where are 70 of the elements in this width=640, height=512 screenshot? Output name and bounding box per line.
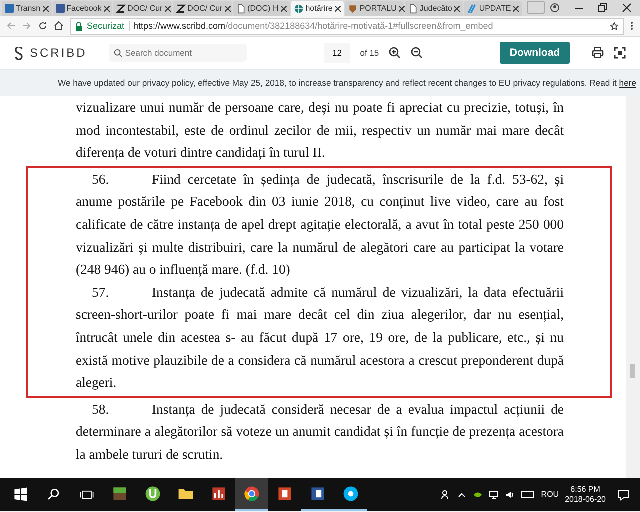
page-number-field[interactable]: 12 bbox=[324, 43, 350, 63]
home-icon[interactable] bbox=[54, 21, 64, 31]
here-link[interactable]: here bbox=[619, 78, 636, 88]
clock[interactable]: 6:56 PM 2018-06-20 bbox=[565, 484, 606, 504]
secure-label: Securizat bbox=[87, 21, 125, 31]
paragraph: 57. Instanța de judecată admite că numărul de vizualizări, la data efectuării screen-short-urilor poate fi mai mare decât cel din ziua alegerilor, dar nu esențial, întrucât unele din acestea s- au făcut după 17 ore, 19 ore, de la publicare, etc., și nu există motive plauzibile de a considera că numărul acestora a crescut preponderent după alegeri. bbox=[76, 284, 564, 392]
paragraph: vizualizare unui număr de persoane care, deși nu poate fi apreciat cu precizie, totuși, în mod incontestabil, este de ordinul zecilor de mii, respectiv un număr mai mare decât diferența de voturi dintre candidați în turul II. bbox=[76, 99, 564, 162]
close-icon[interactable] bbox=[280, 6, 287, 12]
page-icon bbox=[408, 4, 418, 14]
torrent-app-icon bbox=[144, 484, 162, 502]
browser-tab[interactable]: DOC/ Cur bbox=[172, 1, 232, 16]
browser-tab[interactable]: PORTALU bbox=[344, 1, 404, 16]
network-icon[interactable] bbox=[489, 490, 500, 500]
logo-text: SCRIBD bbox=[30, 46, 88, 60]
close-icon[interactable] bbox=[513, 6, 520, 12]
document-icon bbox=[5, 4, 14, 13]
game-app-icon bbox=[110, 484, 128, 502]
browser-app-icon bbox=[242, 484, 260, 502]
close-icon[interactable] bbox=[164, 6, 171, 12]
chart-app-icon bbox=[210, 484, 228, 502]
stripes-icon bbox=[467, 4, 478, 14]
address-field[interactable]: Securizat https://www.scribd.com/document/382188634/hotărire-motivată-1#fullscreen&from_embed bbox=[70, 18, 624, 34]
paragraph: 56. Fiind cercetate în ședința de judecată, înscrisurile de la f.d. 53-62, și anume postările pe Facebook din 03 iunie 2018, cu conținut live video, care au fost calificate de către instanța de apel drept agitație electorală, a avut în total peste 250 000 vizualizări și multe distribuiri, care la numărul de alegători care au participat la votare (248 946) au o influență mare. (f.d. 10) bbox=[76, 170, 564, 280]
language-indicator[interactable]: ROU bbox=[541, 490, 560, 499]
lock-icon bbox=[75, 22, 83, 30]
browser-tab[interactable]: Transn bbox=[2, 1, 52, 16]
restore-icon[interactable] bbox=[598, 3, 608, 13]
menu-icon[interactable] bbox=[630, 21, 634, 31]
fullscreen-icon[interactable] bbox=[614, 47, 626, 59]
close-icon[interactable] bbox=[42, 6, 49, 12]
keyboard-icon[interactable] bbox=[521, 490, 536, 500]
close-icon[interactable] bbox=[104, 6, 110, 12]
browser-tab[interactable]: UPDATE bbox=[464, 1, 522, 16]
zoom-in-icon[interactable] bbox=[389, 47, 402, 59]
chat-app-icon bbox=[342, 484, 360, 502]
crest-icon bbox=[348, 4, 358, 14]
page-icon bbox=[236, 4, 246, 14]
start-icon[interactable] bbox=[12, 486, 30, 504]
url-text: https://www.scribd.com/document/382188634/hotărire-motivată-1#fullscreen&from_embed bbox=[134, 21, 494, 31]
close-icon[interactable] bbox=[454, 6, 460, 12]
zoom-out-icon[interactable] bbox=[411, 47, 424, 59]
browser-tab[interactable]: (DOC) H bbox=[232, 1, 290, 16]
close-icon[interactable] bbox=[398, 6, 405, 12]
close-icon[interactable] bbox=[334, 6, 341, 12]
download-button[interactable]: Download bbox=[500, 42, 570, 64]
browser-tab[interactable]: Judecăto bbox=[404, 1, 464, 16]
logo-icon bbox=[14, 46, 24, 60]
print-icon[interactable] bbox=[592, 47, 604, 59]
zigzag-icon bbox=[176, 4, 186, 14]
search-field[interactable]: Search document bbox=[109, 44, 248, 62]
notification-icon[interactable] bbox=[618, 488, 630, 500]
volume-icon[interactable] bbox=[505, 490, 516, 500]
paragraph: 58. Instanța de judecată consideră necesar de a evalua impactul acțiunii de determinare a alegătorilor să voteze un anumit candidat și în funcție de prezența acestora la ambele tururi de scrutin. bbox=[76, 400, 564, 464]
scrollbar-thumb[interactable] bbox=[630, 364, 635, 378]
close-icon[interactable] bbox=[622, 3, 632, 13]
page-total: of 15 bbox=[360, 48, 380, 58]
globe-icon bbox=[294, 4, 304, 14]
privacy-notice: We have updated our privacy policy, effective May 25, 2018, to increase transparency and reflect recent changes to EU privacy regulations. Read it here bbox=[58, 78, 636, 88]
social-icon bbox=[56, 4, 65, 13]
reload-icon[interactable] bbox=[38, 21, 48, 31]
people-icon[interactable] bbox=[441, 490, 452, 500]
close-icon[interactable] bbox=[224, 6, 231, 12]
zigzag-icon bbox=[116, 4, 126, 14]
word-app-icon bbox=[308, 484, 326, 502]
browser-tab[interactable]: DOC/ Cur bbox=[112, 1, 172, 16]
star-icon[interactable] bbox=[610, 22, 619, 30]
browser-tab[interactable]: Facebook bbox=[52, 1, 112, 16]
browser-tab[interactable]: hotărire bbox=[290, 1, 344, 16]
taskbar-app[interactable] bbox=[235, 478, 268, 511]
slides-app-icon bbox=[276, 484, 294, 502]
